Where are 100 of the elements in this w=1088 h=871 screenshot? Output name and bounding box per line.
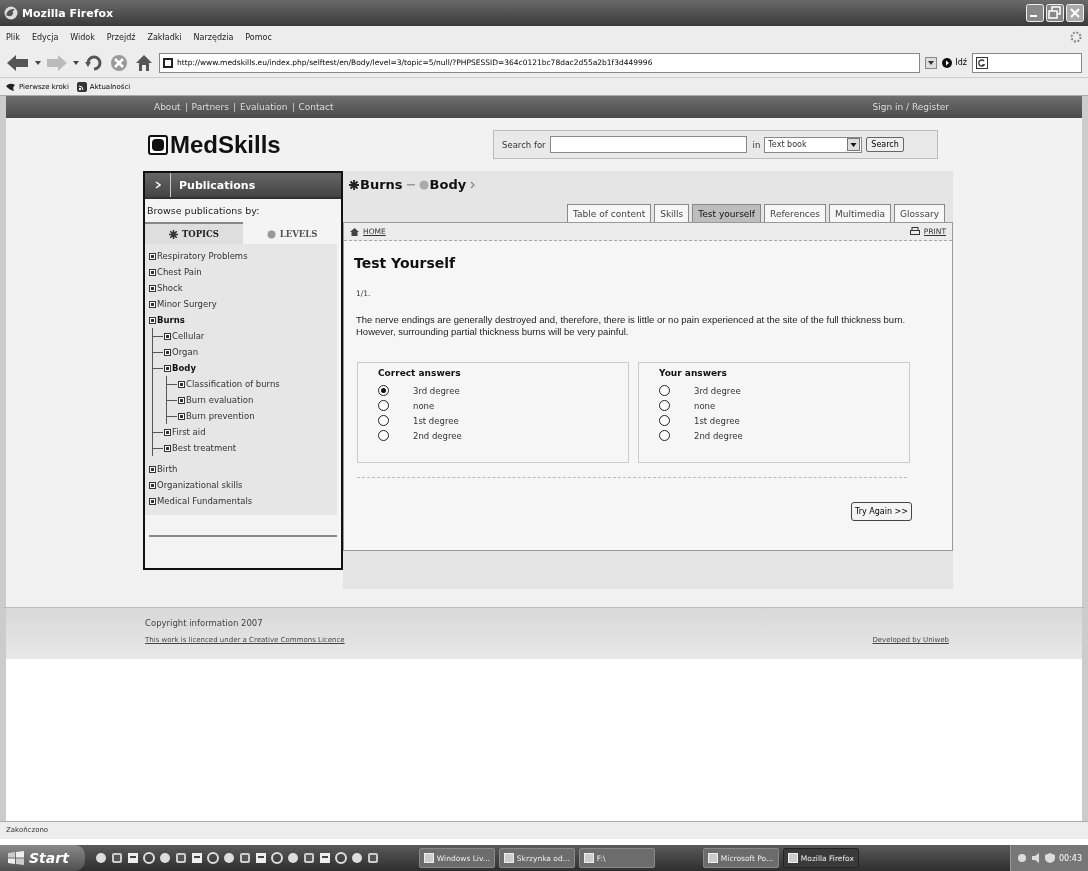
tab[interactable]: Glossary <box>894 204 945 222</box>
search-field[interactable] <box>972 52 1082 73</box>
nav-link[interactable]: Partners <box>185 102 234 112</box>
site-logo: MedSkills <box>148 130 281 159</box>
tree-bullet-icon <box>164 332 171 340</box>
nav-link[interactable]: Contact <box>292 102 339 112</box>
menu-item[interactable]: Zakładki <box>147 32 182 42</box>
quick-launch-icon[interactable] <box>190 852 203 864</box>
tree-item[interactable]: Best treatment <box>172 443 237 453</box>
windows-flag-icon <box>8 851 24 865</box>
option-label: 3rd degree <box>694 385 741 396</box>
quick-launch-icon[interactable] <box>158 852 171 864</box>
topic-tab[interactable]: LEVELS <box>243 222 341 244</box>
quick-launch-icon[interactable] <box>110 852 123 864</box>
tree-item[interactable]: Body <box>172 363 196 373</box>
radio-button[interactable] <box>378 400 389 411</box>
asterisk-icon <box>169 229 178 239</box>
radio-button[interactable] <box>378 415 389 426</box>
radio-button[interactable] <box>659 430 670 441</box>
quick-launch-icon[interactable] <box>142 852 155 864</box>
quick-launch-icon[interactable] <box>238 852 251 864</box>
quick-launch-icon[interactable] <box>318 852 331 864</box>
tree-item[interactable]: Classification of burns <box>186 379 280 389</box>
quick-launch-icon[interactable] <box>94 852 107 864</box>
question-text: The nerve endings are generally destroyed and, therefore, there is little or no pain experienced at the site of the full thickness burn. However, surrounding partial thickness burns will be very painful. <box>356 314 907 338</box>
window-icon <box>787 853 798 863</box>
menu-item[interactable]: Pomoc <box>245 32 272 42</box>
quick-launch-icon[interactable] <box>206 852 219 864</box>
radio-button[interactable] <box>659 400 670 411</box>
tree-bullet-icon <box>149 497 156 505</box>
tab[interactable]: References <box>764 204 827 222</box>
menu-item[interactable]: Plik <box>6 32 20 42</box>
sign-in-link[interactable]: Sign in / Register <box>872 102 949 112</box>
breadcrumb-link[interactable]: Body <box>418 177 467 192</box>
quick-launch-icon[interactable] <box>270 852 283 864</box>
try-again-button[interactable]: Try Again >> <box>851 502 912 521</box>
radio-button[interactable] <box>378 430 389 441</box>
tree-item[interactable]: Organizational skills <box>157 480 243 490</box>
option-label: 1st degree <box>694 415 740 426</box>
scope-select[interactable]: Text book <box>764 136 863 153</box>
back-button[interactable] <box>6 52 30 73</box>
menu-item[interactable]: Narzędzia <box>193 32 234 42</box>
radio-button[interactable] <box>659 415 670 426</box>
network-icon[interactable] <box>1016 853 1027 863</box>
maximize-button[interactable] <box>1046 4 1064 22</box>
quick-launch-icon[interactable] <box>286 852 299 864</box>
speaker-icon[interactable] <box>1030 853 1041 863</box>
tab[interactable]: Skills <box>654 204 690 222</box>
quick-launch-icon[interactable] <box>126 852 139 864</box>
tree-item[interactable]: Organ <box>172 347 199 357</box>
option-label: 3rd degree <box>413 385 460 396</box>
breadcrumb-link[interactable]: Burns <box>349 177 403 192</box>
clock: 00:43 <box>1058 853 1082 863</box>
caret-icon[interactable] <box>73 59 79 66</box>
quick-launch-icon[interactable] <box>334 852 347 864</box>
tree-item[interactable]: Shock <box>157 283 183 293</box>
page-icon <box>163 57 173 68</box>
nav-link[interactable]: Evaluation <box>234 102 293 112</box>
stop-button[interactable] <box>109 52 129 73</box>
menu-item[interactable]: Przejdź <box>106 32 136 42</box>
tree-item[interactable]: Cellular <box>172 331 205 341</box>
go-icon <box>942 57 953 68</box>
tree-item[interactable]: Birth <box>157 464 178 474</box>
tree-item[interactable]: Respiratory Problems <box>157 251 248 261</box>
radio-button[interactable] <box>378 385 389 396</box>
menu-item[interactable]: Widok <box>70 32 95 42</box>
tree-item[interactable]: Medical Fundamentals <box>157 496 253 506</box>
tab[interactable]: Test yourself <box>692 204 762 222</box>
quick-launch-icon[interactable] <box>302 852 315 864</box>
minimize-button[interactable] <box>1026 4 1044 22</box>
quick-launch-icon[interactable] <box>366 852 379 864</box>
tab[interactable]: Table of content <box>567 204 652 222</box>
nav-link[interactable]: About <box>154 102 186 112</box>
logo-icon <box>148 134 168 155</box>
start-button[interactable]: Start <box>0 845 85 871</box>
tab[interactable]: Multimedia <box>829 204 892 222</box>
quick-launch-icon[interactable] <box>174 852 187 864</box>
menu-item[interactable]: Edycja <box>31 32 59 42</box>
tree-item[interactable]: Burn prevention <box>186 411 255 421</box>
quick-launch-icon[interactable] <box>222 852 235 864</box>
tree-item[interactable]: Burn evaluation <box>186 395 254 405</box>
tree-item[interactable]: Minor Surgery <box>157 299 217 309</box>
caret-icon[interactable] <box>35 59 41 66</box>
dropdown-button[interactable] <box>925 56 938 69</box>
home-button[interactable] <box>134 52 154 73</box>
tree-bullet-icon <box>164 428 171 436</box>
tree-item[interactable]: First aid <box>172 427 206 437</box>
circle-icon <box>266 229 276 239</box>
shield-icon[interactable] <box>1044 853 1055 863</box>
tree-item[interactable]: Chest Pain <box>157 267 202 277</box>
tree-item[interactable]: Burns <box>157 315 185 325</box>
radio-button[interactable] <box>659 385 670 396</box>
topic-tab[interactable]: TOPICS <box>145 222 243 244</box>
in-label: in <box>752 139 761 150</box>
search-input[interactable] <box>549 136 747 153</box>
search-button[interactable]: Search <box>866 137 904 152</box>
quick-launch-icon[interactable] <box>254 852 267 864</box>
go-button[interactable]: Idź <box>942 57 967 68</box>
tree-bullet-icon <box>178 412 185 420</box>
quick-launch-icon[interactable] <box>350 852 363 864</box>
